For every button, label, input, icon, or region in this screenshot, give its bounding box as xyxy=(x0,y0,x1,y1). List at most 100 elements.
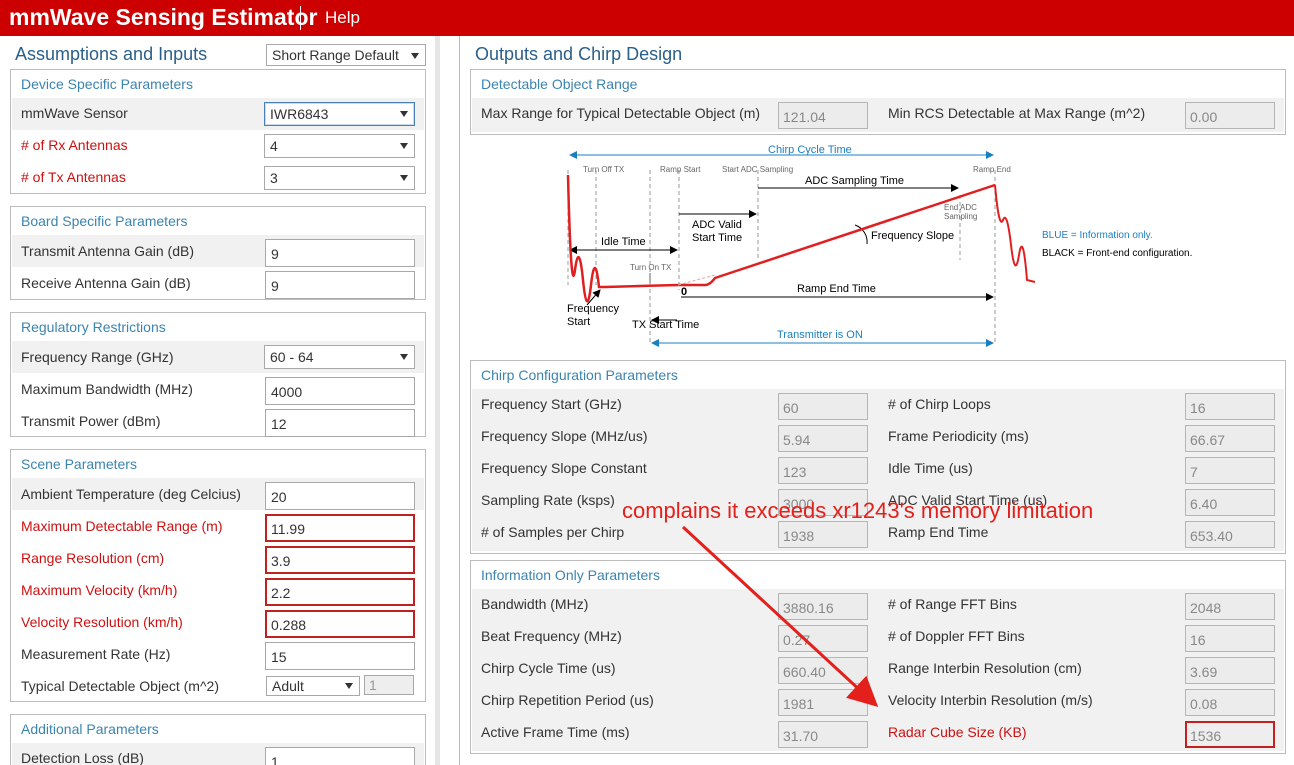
chirp-cycle-time-label: Chirp Cycle Time xyxy=(768,144,852,156)
preset-select[interactable]: Short Range Default xyxy=(266,44,426,66)
adc-valid-label: ADC Valid xyxy=(692,219,742,231)
header-separator xyxy=(300,6,301,30)
board-params-group: Board Specific Parameters Transmit Anten… xyxy=(10,206,426,300)
info-param-left-label-0: Bandwidth (MHz) xyxy=(481,596,589,612)
app-title: mmWave Sensing Estimator xyxy=(9,4,318,30)
ambient-temp-label: Ambient Temperature (deg Celcius) xyxy=(21,486,241,502)
additional-params-group: Additional Parameters Detection Loss (dB… xyxy=(10,714,426,765)
info-param-left-label-2: Chirp Cycle Time (us) xyxy=(481,660,616,676)
detection-loss-input[interactable]: 1 xyxy=(265,747,415,765)
max-range-output-label: Max Range for Typical Detectable Object … xyxy=(481,105,761,121)
vertical-scrollbar[interactable] xyxy=(435,36,440,765)
freq-range-select[interactable]: 60 - 64 xyxy=(264,345,415,369)
min-rcs-output: 0.00 xyxy=(1185,102,1275,129)
ramp-end-time-label: Ramp End Time xyxy=(797,283,876,295)
chirp-param-left-label-4: # of Samples per Chirp xyxy=(481,524,625,540)
object-type-value: Adult xyxy=(272,678,304,694)
tx-start-time-label: TX Start Time xyxy=(632,319,699,331)
sensor-select[interactable]: IWR6843 xyxy=(264,102,415,126)
rx-antennas-label: # of Rx Antennas xyxy=(21,137,128,153)
chevron-down-icon xyxy=(400,143,408,149)
panel-divider xyxy=(459,36,460,765)
regulatory-title: Regulatory Restrictions xyxy=(21,319,166,335)
annotation-text: complains it exceeds xr1243's memory lim… xyxy=(622,498,1094,523)
chirp-param-right-value-1: 66.67 xyxy=(1185,425,1275,452)
object-type-select[interactable]: Adult xyxy=(266,676,360,696)
info-param-right-value-4: 1536 xyxy=(1185,721,1275,748)
rx-gain-label: Receive Antenna Gain (dB) xyxy=(21,275,191,291)
end-adc-label: End ADC xyxy=(944,203,977,212)
scene-params-title: Scene Parameters xyxy=(21,456,137,472)
chirp-param-right-value-0: 16 xyxy=(1185,393,1275,420)
help-menu[interactable]: Help xyxy=(325,8,360,28)
range-resolution-input[interactable]: 3.9 xyxy=(265,546,415,574)
info-param-right-label-3: Velocity Interbin Resolution (m/s) xyxy=(888,692,1093,708)
max-range-input[interactable]: 11.99 xyxy=(265,514,415,542)
info-param-right-label-4: Radar Cube Size (KB) xyxy=(888,724,1027,740)
info-param-left-label-1: Beat Frequency (MHz) xyxy=(481,628,622,644)
chevron-down-icon xyxy=(400,111,408,117)
info-param-left-value-2: 660.40 xyxy=(778,657,868,684)
detectable-range-title: Detectable Object Range xyxy=(481,76,638,92)
turn-off-tx-label: Turn Off TX xyxy=(583,165,625,174)
legend-black: BLACK = Front-end configuration. xyxy=(1042,248,1192,259)
app-header: mmWave Sensing Estimator Help xyxy=(0,0,1294,36)
info-param-left-value-4: 31.70 xyxy=(778,721,868,748)
tx-gain-label: Transmit Antenna Gain (dB) xyxy=(21,243,195,259)
chirp-param-left-value-0: 60 xyxy=(778,393,868,420)
scene-params-group: Scene Parameters Ambient Temperature (de… xyxy=(10,449,426,702)
rx-antennas-value: 4 xyxy=(270,138,278,154)
chevron-down-icon xyxy=(400,354,408,360)
measurement-rate-label: Measurement Rate (Hz) xyxy=(21,646,171,662)
chirp-param-left-label-0: Frequency Start (GHz) xyxy=(481,396,622,412)
freq-range-label: Frequency Range (GHz) xyxy=(21,349,174,365)
info-param-left-value-1: 0.27 xyxy=(778,625,868,652)
zero-marker-label: 0 xyxy=(681,286,687,298)
info-param-right-label-1: # of Doppler FFT Bins xyxy=(888,628,1025,644)
tx-power-input[interactable]: 12 xyxy=(265,409,415,437)
measurement-rate-input[interactable]: 15 xyxy=(265,642,415,670)
tx-gain-input[interactable]: 9 xyxy=(265,239,415,267)
info-param-left-label-3: Chirp Repetition Period (us) xyxy=(481,692,654,708)
info-param-right-value-1: 16 xyxy=(1185,625,1275,652)
chirp-param-right-value-2: 7 xyxy=(1185,457,1275,484)
info-param-right-label-2: Range Interbin Resolution (cm) xyxy=(888,660,1082,676)
chirp-param-left-value-1: 5.94 xyxy=(778,425,868,452)
velocity-resolution-input[interactable]: 0.288 xyxy=(265,610,415,638)
device-params-group: Device Specific Parameters mmWave Sensor… xyxy=(10,69,426,194)
chirp-param-left-value-4: 1938 xyxy=(778,521,868,548)
rx-gain-input[interactable]: 9 xyxy=(265,271,415,299)
ramp-end-label: Ramp End xyxy=(973,165,1011,174)
info-param-left-value-3: 1981 xyxy=(778,689,868,716)
chirp-param-left-label-2: Frequency Slope Constant xyxy=(481,460,647,476)
frequency-start-label: Frequency xyxy=(567,303,619,315)
range-resolution-label: Range Resolution (cm) xyxy=(21,550,165,566)
detectable-range-group: Detectable Object Range Max Range for Ty… xyxy=(470,69,1286,135)
chirp-param-right-label-2: Idle Time (us) xyxy=(888,460,973,476)
tx-antennas-select[interactable]: 3 xyxy=(264,166,415,190)
additional-params-title: Additional Parameters xyxy=(21,721,159,737)
legend-blue: BLUE = Information only. xyxy=(1042,230,1153,241)
chevron-down-icon xyxy=(400,175,408,181)
chirp-param-right-label-4: Ramp End Time xyxy=(888,524,989,540)
ambient-temp-input[interactable]: 20 xyxy=(265,482,415,510)
chirp-param-left-label-1: Frequency Slope (MHz/us) xyxy=(481,428,648,444)
inputs-panel[interactable]: Assumptions and Inputs Short Range Defau… xyxy=(0,36,440,765)
rx-antennas-select[interactable]: 4 xyxy=(264,134,415,158)
chirp-param-left-label-3: Sampling Rate (ksps) xyxy=(481,492,615,508)
sensor-value: IWR6843 xyxy=(270,106,329,122)
sampling-label: Sampling xyxy=(944,212,977,221)
idle-time-label: Idle Time xyxy=(601,236,646,248)
chirp-param-right-label-0: # of Chirp Loops xyxy=(888,396,991,412)
max-bandwidth-input[interactable]: 4000 xyxy=(265,377,415,405)
max-velocity-input[interactable]: 2.2 xyxy=(265,578,415,606)
max-velocity-label: Maximum Velocity (km/h) xyxy=(21,582,178,598)
info-param-right-value-3: 0.08 xyxy=(1185,689,1275,716)
turn-on-tx-label: Turn On TX xyxy=(630,263,672,272)
detection-loss-label: Detection Loss (dB) xyxy=(21,750,144,765)
freq-range-value: 60 - 64 xyxy=(270,349,314,365)
tx-antennas-label: # of Tx Antennas xyxy=(21,169,126,185)
inputs-header: Assumptions and Inputs xyxy=(15,44,208,64)
max-range-output: 121.04 xyxy=(778,102,868,129)
chirp-param-right-value-4: 653.40 xyxy=(1185,521,1275,548)
